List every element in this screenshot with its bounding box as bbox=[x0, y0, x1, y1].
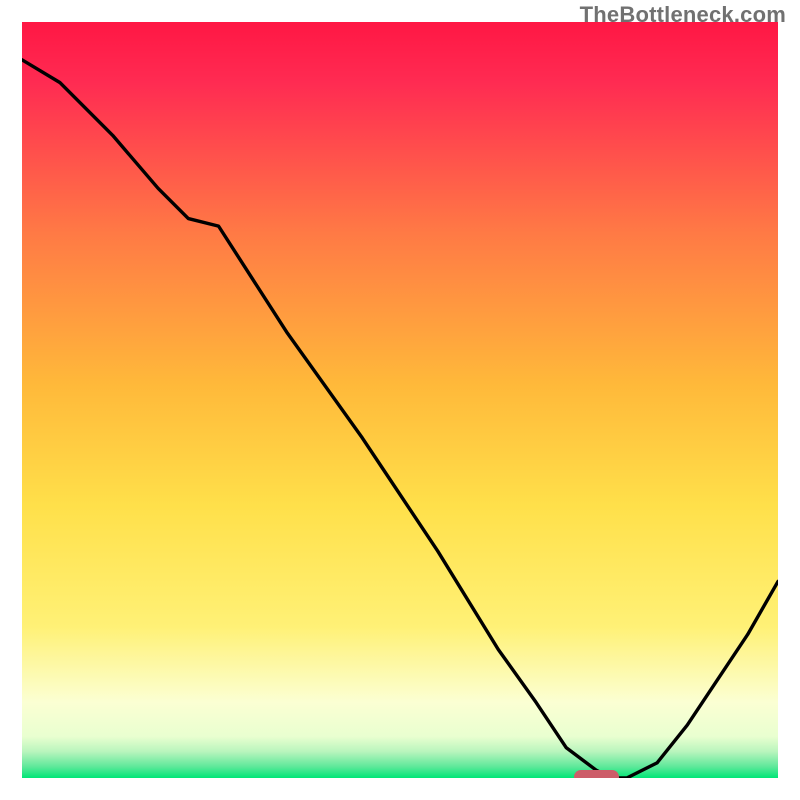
chart-svg bbox=[22, 22, 778, 778]
optimal-marker bbox=[574, 770, 619, 778]
gradient-rect bbox=[22, 22, 778, 778]
plot-area bbox=[22, 22, 778, 778]
chart-container: TheBottleneck.com bbox=[0, 0, 800, 800]
